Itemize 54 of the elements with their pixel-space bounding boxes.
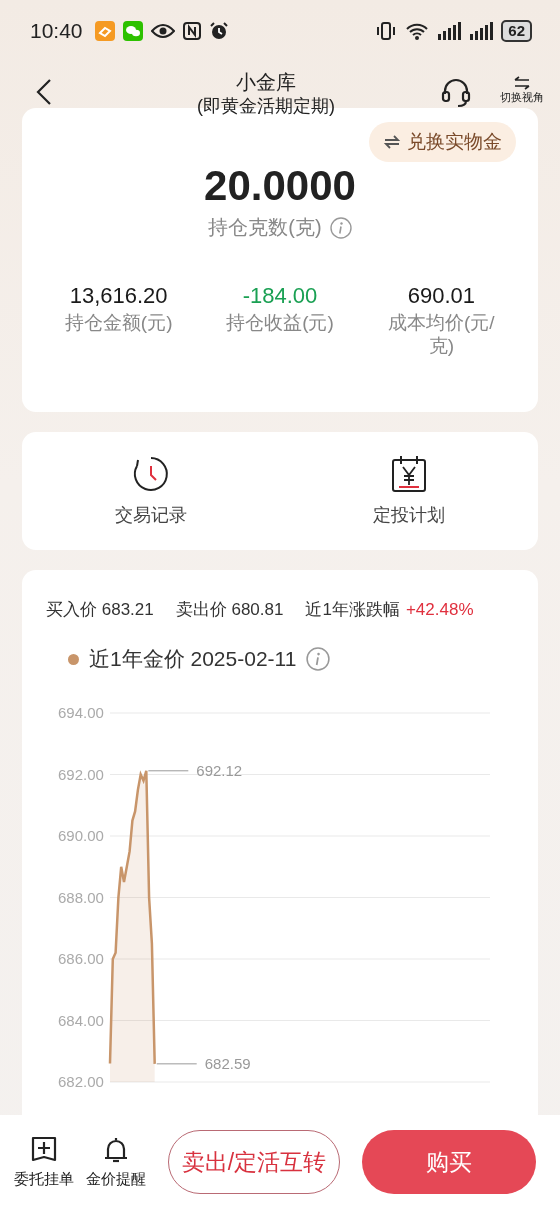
stat-value: 690.01 [407, 282, 475, 310]
y-axis-label: 686.00 [58, 950, 104, 967]
y-axis-label: 682.00 [58, 1073, 104, 1090]
nfc-icon [182, 22, 201, 40]
price-annotation: 682.59 [204, 1054, 251, 1072]
holding-grams: 20.0000 [204, 161, 356, 211]
page-title: 小金库 [236, 70, 296, 94]
clock-icon [132, 455, 170, 493]
sell-button[interactable]: 卖出/定活互转 [168, 1130, 340, 1194]
footer-action[interactable]: 委托挂单 [10, 1135, 78, 1189]
wifi-icon [405, 21, 430, 41]
headset-icon[interactable] [440, 76, 472, 108]
vibrate-icon [375, 21, 398, 41]
stat-value: 13,616.20 [69, 282, 168, 310]
yearly-change-label: 近1年涨跌幅 [305, 599, 400, 621]
info-icon[interactable] [329, 216, 352, 239]
y-axis-label: 684.00 [58, 1011, 104, 1029]
y-axis-label: 694.00 [58, 704, 104, 721]
swap-arrows-icon [513, 76, 531, 90]
y-axis-label: 692.00 [58, 765, 104, 783]
yearly-change: +42.48% [405, 599, 474, 620]
leader-line [147, 770, 189, 772]
sell-price: 卖出价 680.81 [175, 599, 284, 621]
exchange-button[interactable]: 兑换实物金 [369, 122, 516, 162]
leader-line [156, 1063, 198, 1065]
alarm-icon [208, 21, 229, 41]
switch-view-button[interactable]: 切换视角 [500, 70, 544, 105]
stat-value: -184.00 [242, 282, 318, 310]
y-axis-label: 688.00 [58, 888, 104, 906]
stat-label: 成本均价(元/克) [387, 311, 496, 357]
holding-grams-label: 持仓克数(克) [208, 215, 322, 240]
y-axis-label: 690.00 [58, 827, 104, 844]
bell-icon [103, 1135, 129, 1164]
info-icon[interactable] [306, 647, 331, 671]
buy-button[interactable]: 购买 [362, 1130, 536, 1194]
signal-icon [437, 22, 462, 40]
page-subtitle: (即黄金活期定期) [197, 95, 335, 118]
footer-action[interactable]: 金价提醒 [82, 1135, 150, 1189]
price-annotation: 692.12 [196, 761, 243, 779]
exchange-icon [383, 134, 401, 150]
battery-level: 62 [501, 20, 532, 42]
back-icon[interactable] [36, 78, 52, 106]
buy-price: 买入价 683.21 [46, 599, 154, 621]
signal-icon [469, 22, 494, 40]
yen-calendar-icon [391, 455, 427, 493]
legend-label: 近1年金价 2025-02-11 [89, 646, 297, 672]
eye-icon [150, 23, 175, 39]
shortcut-button[interactable]: 定投计划 [280, 454, 538, 528]
shortcut-button[interactable]: 交易记录 [22, 454, 280, 528]
chat-notification-icon [122, 21, 143, 41]
stat-label: 持仓金额(元) [64, 311, 173, 334]
status-time: 10:40 [30, 19, 83, 43]
stat-label: 持仓收益(元) [226, 311, 334, 334]
app-notification-icon [94, 21, 115, 41]
